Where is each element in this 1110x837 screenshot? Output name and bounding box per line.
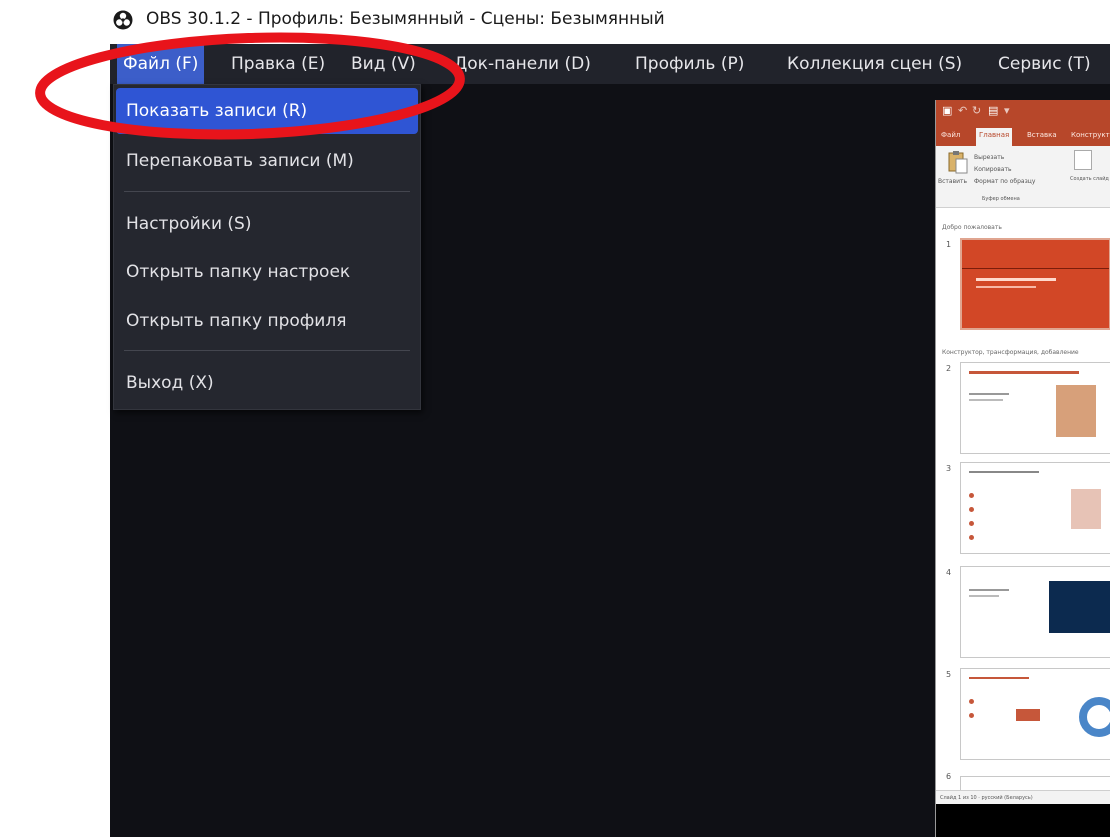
slide-1-title <box>976 278 1056 281</box>
slide-3-picture <box>1071 489 1101 529</box>
powerpoint-preview: ▣ ↶ ↻ ▤ ▾ Файл Главная Вставка Конструкт… <box>935 100 1110 837</box>
menu-edit[interactable]: Правка (E) <box>225 44 331 84</box>
slide-3-bullet <box>969 507 974 512</box>
slide-1-subtitle <box>976 286 1036 288</box>
ribbon-tabs: Файл Главная Вставка Конструктор <box>936 124 1110 146</box>
slide-number-2: 2 <box>946 364 952 373</box>
customize-icon: ▾ <box>1004 104 1010 117</box>
undo-icon: ↶ <box>958 104 968 117</box>
slide-thumb-4[interactable] <box>960 566 1110 658</box>
copy-label[interactable]: Копировать <box>974 166 1011 173</box>
slide-number-6: 6 <box>946 772 952 781</box>
slide-thumb-6[interactable] <box>960 776 1110 790</box>
menu-view[interactable]: Вид (V) <box>345 44 422 84</box>
menu-item-remux-recordings[interactable]: Перепаковать записи (M) <box>116 138 418 184</box>
slide-number-4: 4 <box>946 568 952 577</box>
redo-icon: ↻ <box>972 104 982 117</box>
window-title: OBS 30.1.2 - Профиль: Безымянный - Сцены… <box>146 9 665 29</box>
slide-2-title <box>969 371 1079 374</box>
menu-docks[interactable]: Док-панели (D) <box>448 44 597 84</box>
slide-2-text <box>969 399 1003 401</box>
slide-4-text <box>969 589 1009 591</box>
obs-logo-icon <box>113 10 133 30</box>
slide-3-title <box>969 471 1039 473</box>
slide-3-bullet <box>969 535 974 540</box>
clipboard-group-label: Буфер обмена <box>982 196 1020 202</box>
file-menu-dropdown: Показать записи (R) Перепаковать записи … <box>113 84 421 410</box>
ppt-status-bar: Слайд 1 из 10 · русский (Беларусь) <box>936 790 1110 804</box>
paste-label[interactable]: Вставить <box>938 178 967 185</box>
screen: OBS 30.1.2 - Профиль: Безымянный - Сцены… <box>0 0 1110 837</box>
slide-number-1: 1 <box>946 240 952 249</box>
slide-thumb-2[interactable] <box>960 362 1110 454</box>
menu-bar: Файл (F) Правка (E) Вид (V) Док-панели (… <box>110 44 1110 84</box>
menu-profile[interactable]: Профиль (P) <box>629 44 750 84</box>
menu-item-show-recordings[interactable]: Показать записи (R) <box>116 88 418 134</box>
slide-number-5: 5 <box>946 670 952 679</box>
section-designer[interactable]: Конструктор, трансформация, добавление <box>942 349 1079 356</box>
format-painter-label[interactable]: Формат по образцу <box>974 178 1035 185</box>
ppt-tab-home[interactable]: Главная <box>976 128 1013 146</box>
slide-1-line <box>962 268 1109 269</box>
menu-item-open-profile-folder[interactable]: Открыть папку профиля <box>116 298 418 344</box>
menu-separator <box>124 191 410 192</box>
cut-label[interactable]: Вырезать <box>974 154 1004 161</box>
slide-4-text <box>969 595 999 597</box>
slide-4-picture <box>1049 581 1110 633</box>
slide-5-title <box>969 677 1029 679</box>
slideshow-icon: ▤ <box>988 104 999 117</box>
ribbon: Вставить Вырезать Копировать Формат по о… <box>936 146 1110 208</box>
menu-scene-collection[interactable]: Коллекция сцен (S) <box>781 44 968 84</box>
ppt-bottom-area <box>936 804 1110 837</box>
save-icon: ▣ <box>942 104 953 117</box>
menu-item-open-settings-folder[interactable]: Открыть папку настроек <box>116 249 418 295</box>
slide-thumb-3[interactable] <box>960 462 1110 554</box>
new-slide-icon <box>1074 150 1092 170</box>
menu-item-exit[interactable]: Выход (X) <box>116 360 418 406</box>
slide-2-picture <box>1056 385 1096 437</box>
section-welcome[interactable]: Добро пожаловать <box>942 224 1002 231</box>
menu-file[interactable]: Файл (F) <box>117 44 205 84</box>
slide-3-bullet <box>969 493 974 498</box>
paste-icon <box>948 151 968 174</box>
menu-tools[interactable]: Сервис (T) <box>992 44 1097 84</box>
ppt-tab-design[interactable]: Конструктор <box>1068 128 1110 146</box>
quick-access-toolbar: ▣ ↶ ↻ ▤ ▾ <box>936 100 1110 124</box>
ppt-tab-file[interactable]: Файл <box>938 128 963 146</box>
slide-5-shape <box>1016 709 1040 721</box>
slide-thumb-1[interactable] <box>960 238 1110 330</box>
slide-2-text <box>969 393 1009 395</box>
menu-separator <box>124 350 410 351</box>
slide-number-3: 3 <box>946 464 952 473</box>
menu-item-settings[interactable]: Настройки (S) <box>116 201 418 247</box>
title-bar: OBS 30.1.2 - Профиль: Безымянный - Сцены… <box>0 0 1110 44</box>
slide-5-bullet <box>969 699 974 704</box>
new-slide-label[interactable]: Создать слайд <box>1070 176 1109 182</box>
slide-thumb-5[interactable] <box>960 668 1110 760</box>
slide-5-donut-chart <box>1079 697 1110 737</box>
ppt-tab-insert[interactable]: Вставка <box>1024 128 1060 146</box>
slide-3-bullet <box>969 521 974 526</box>
slide-5-bullet <box>969 713 974 718</box>
